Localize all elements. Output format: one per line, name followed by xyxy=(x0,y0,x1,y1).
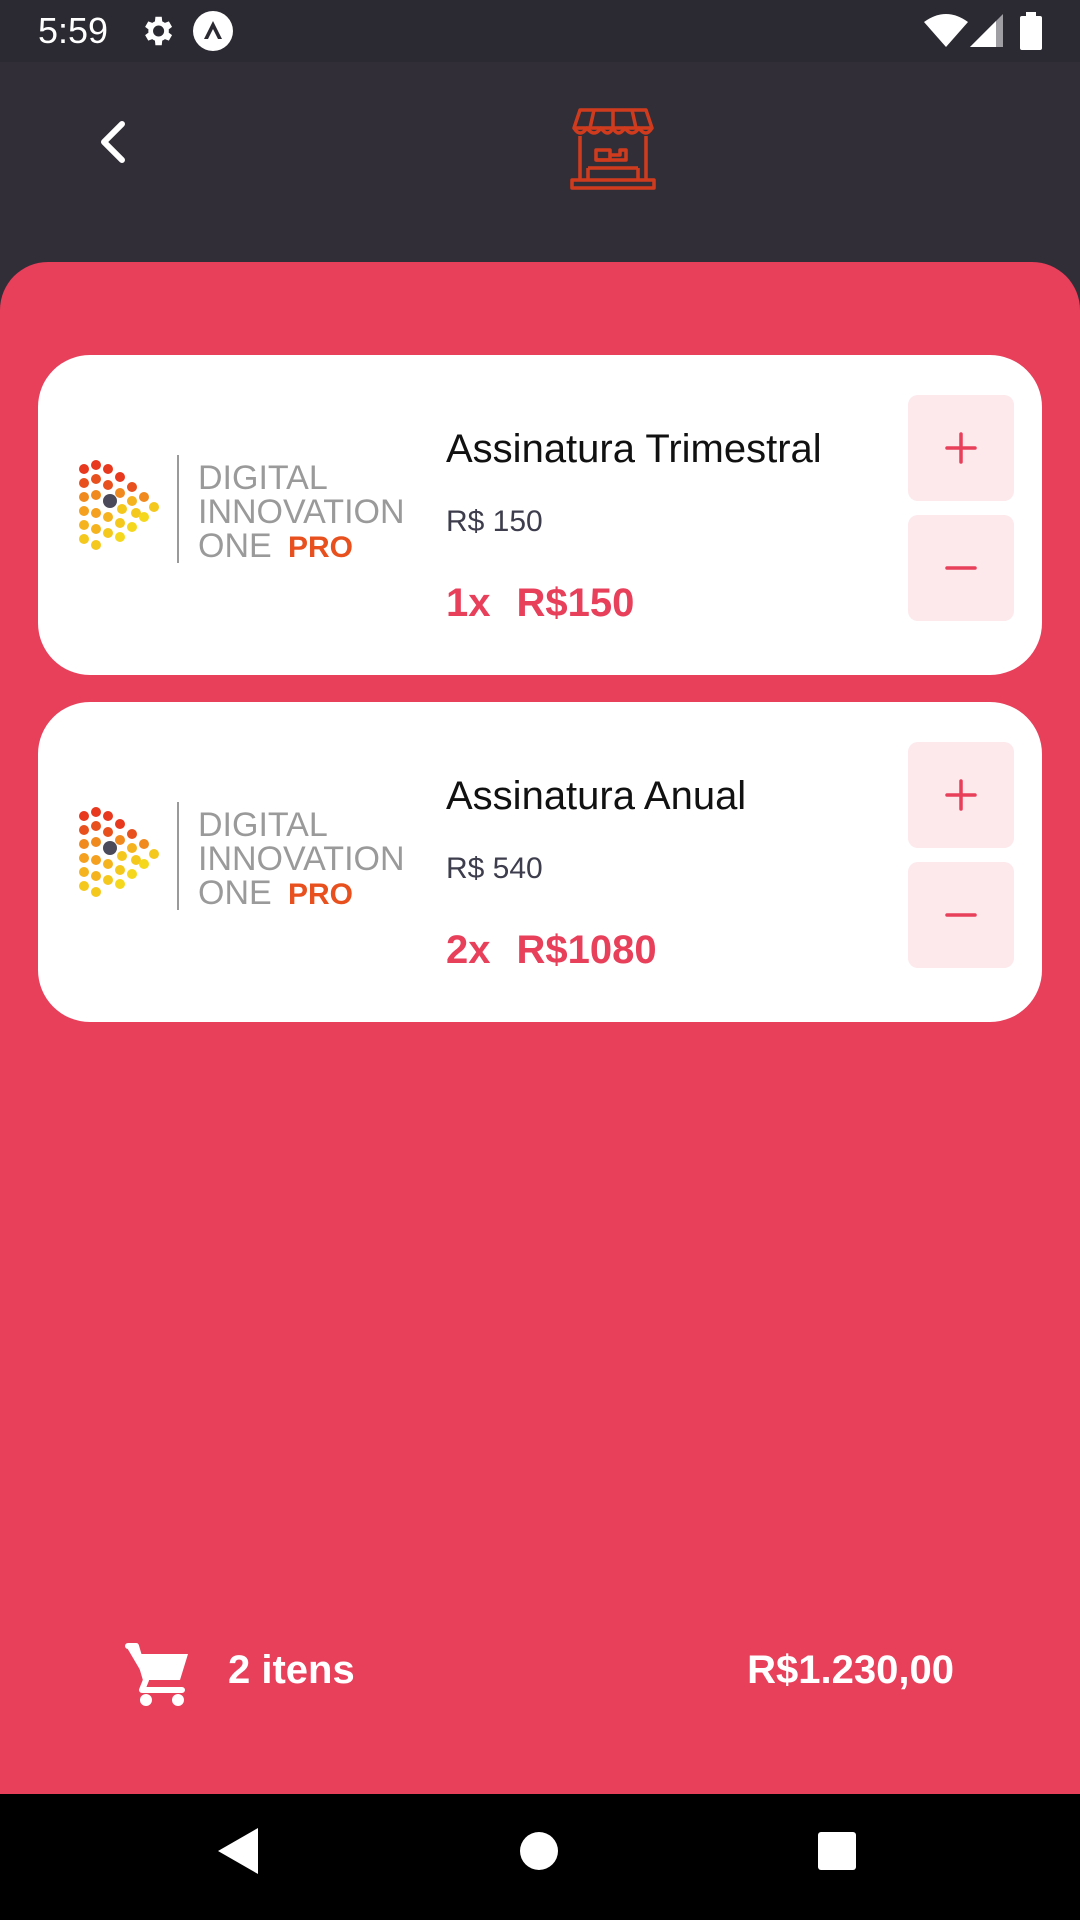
cart-total: R$1.230,00 xyxy=(747,1648,954,1692)
plus-icon xyxy=(945,432,977,464)
settings-icon xyxy=(138,12,176,55)
status-time: 5:59 xyxy=(38,10,109,51)
dio-pro-logo: DIGITAL INNOVATION ONE PRO xyxy=(78,802,418,922)
minus-icon xyxy=(945,913,977,917)
home-circle-icon[interactable] xyxy=(518,1830,560,1877)
minus-icon xyxy=(945,566,977,570)
dio-pro-logo: DIGITAL INNOVATION ONE PRO xyxy=(78,455,418,575)
logo-line-2: INNOVATION xyxy=(198,840,405,878)
decrement-button[interactable] xyxy=(908,515,1014,621)
app-notification-icon xyxy=(192,10,234,57)
cellular-signal-icon xyxy=(970,14,1004,53)
cart-content: DIGITAL INNOVATION ONE PRO Assinatura Tr… xyxy=(0,262,1080,1794)
product-price: R$ 540 xyxy=(446,852,543,885)
back-button[interactable] xyxy=(82,110,146,174)
product-card: DIGITAL INNOVATION ONE PRO Assinatura Tr… xyxy=(38,355,1042,675)
logo-pro-badge: PRO xyxy=(288,531,353,564)
plus-icon xyxy=(945,779,977,811)
dio-logo-mark-icon xyxy=(79,807,159,897)
system-navigation-bar xyxy=(0,1794,1080,1920)
increment-button[interactable] xyxy=(908,395,1014,501)
dio-logo-mark-icon xyxy=(79,460,159,550)
wifi-icon xyxy=(924,14,968,53)
back-triangle-icon[interactable] xyxy=(216,1826,260,1881)
battery-icon xyxy=(1020,12,1042,55)
product-quantity: 1x xyxy=(446,581,491,625)
product-subtotal-value: R$1080 xyxy=(516,928,657,972)
chevron-left-icon xyxy=(101,121,125,163)
decrement-button[interactable] xyxy=(908,862,1014,968)
app-header xyxy=(0,62,1080,262)
logo-pro-badge: PRO xyxy=(288,878,353,911)
shopping-cart-icon xyxy=(124,1640,192,1708)
product-title: Assinatura Anual xyxy=(446,774,747,818)
logo-line-1: DIGITAL xyxy=(198,459,328,497)
product-card: DIGITAL INNOVATION ONE PRO Assinatura An… xyxy=(38,702,1042,1022)
cart-item-count: 2 itens xyxy=(228,1648,355,1692)
increment-button[interactable] xyxy=(908,742,1014,848)
logo-line-1: DIGITAL xyxy=(198,806,328,844)
logo-line-3: ONE xyxy=(198,527,272,565)
logo-line-3: ONE xyxy=(198,874,272,912)
recents-square-icon[interactable] xyxy=(816,1830,858,1877)
logo-line-2: INNOVATION xyxy=(198,493,405,531)
product-price: R$ 150 xyxy=(446,505,543,538)
store-icon xyxy=(570,106,656,192)
product-subtotal-value: R$150 xyxy=(516,581,635,625)
status-bar: 5:59 xyxy=(0,0,1080,62)
product-quantity: 2x xyxy=(446,928,491,972)
product-title: Assinatura Trimestral xyxy=(446,427,822,471)
cart-summary: 2 itens R$1.230,00 xyxy=(0,1632,1080,1732)
product-subtotal: 1x R$150 xyxy=(446,581,634,626)
product-subtotal: 2x R$1080 xyxy=(446,928,657,973)
